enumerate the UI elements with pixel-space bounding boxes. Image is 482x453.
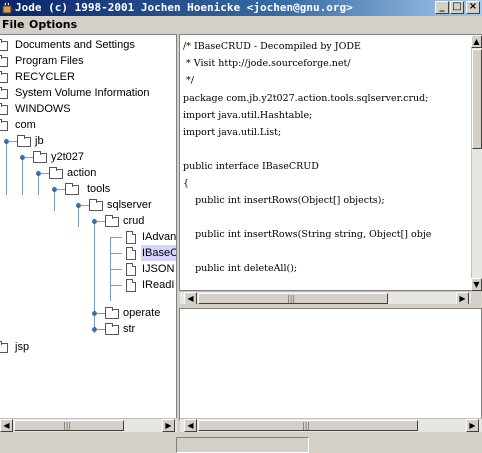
folder-icon xyxy=(49,167,63,179)
folder-icon xyxy=(89,199,103,211)
tree-item-program-files[interactable]: Program Files xyxy=(0,53,84,69)
grip-icon: ||| xyxy=(63,421,72,430)
tree-item-documents-and-settings[interactable]: Documents and Settings xyxy=(0,37,136,53)
folder-icon xyxy=(105,307,119,319)
menu-file[interactable]: File xyxy=(2,18,25,31)
menu-options[interactable]: Options xyxy=(29,18,77,31)
grip-icon: ||| xyxy=(302,421,311,430)
tree-item-iread[interactable]: IReadI xyxy=(0,277,176,293)
tree-horizontal-scrollbar[interactable]: ◀ ||| ▶ xyxy=(0,418,177,432)
tree-item-operate[interactable]: operate xyxy=(0,305,160,321)
tree-item-ibasecrud[interactable]: IBaseC xyxy=(0,245,176,261)
tree-item-action[interactable]: action xyxy=(0,165,110,181)
document-icon xyxy=(126,231,136,244)
folder-icon xyxy=(0,341,8,353)
tree-item-crud[interactable]: crud xyxy=(0,213,160,229)
tree-connector xyxy=(110,237,122,238)
folder-icon xyxy=(105,323,119,335)
grip-icon: ||| xyxy=(287,294,296,303)
folder-icon xyxy=(105,215,119,227)
tree-item-y2t027[interactable]: y2t027 xyxy=(0,149,100,165)
folder-icon xyxy=(0,119,8,131)
code-horizontal-scrollbar[interactable]: ◀ ||| ▶ xyxy=(180,291,471,305)
code-line: import java.util.List; xyxy=(183,127,282,138)
document-icon xyxy=(126,279,136,292)
tree-item-windows[interactable]: WINDOWS xyxy=(0,101,72,117)
title-bar[interactable]: Jode (c) 1998-2001 Jochen Hoenicke <joch… xyxy=(0,0,482,16)
folder-icon xyxy=(0,87,8,99)
output-horizontal-scrollbar[interactable]: ◀ ||| ▶ xyxy=(180,418,482,432)
scroll-right-icon[interactable]: ▶ xyxy=(466,419,479,432)
folder-icon xyxy=(17,135,31,147)
tree-item-system-volume-information[interactable]: System Volume Information xyxy=(0,85,151,101)
folder-icon xyxy=(0,103,8,115)
code-line: public interface IBaseCRUD xyxy=(183,161,319,172)
code-vertical-scrollbar[interactable]: ▲ ▼ xyxy=(471,35,482,291)
scroll-down-icon[interactable]: ▼ xyxy=(471,278,482,291)
document-icon xyxy=(126,247,136,260)
folder-icon xyxy=(0,71,8,83)
code-line: public int insertRows(String string, Obj… xyxy=(183,229,432,240)
folder-icon xyxy=(33,151,47,163)
tree-connector xyxy=(110,269,122,270)
folder-icon xyxy=(65,183,79,195)
tree-item-str[interactable]: str xyxy=(0,321,160,337)
minimize-button[interactable]: _ xyxy=(435,1,449,14)
code-line: import java.util.Hashtable; xyxy=(183,110,313,121)
tree-item-jsp[interactable]: jsp xyxy=(0,339,30,355)
tree-item-jb[interactable]: jb xyxy=(0,133,60,149)
code-line: { xyxy=(183,178,190,189)
scroll-up-icon[interactable]: ▲ xyxy=(471,35,482,48)
window-title: Jode (c) 1998-2001 Jochen Hoenicke <joch… xyxy=(15,1,353,14)
code-line: package com.jb.y2t027.action.tools.sqlse… xyxy=(183,93,429,104)
scroll-left-icon[interactable]: ◀ xyxy=(184,419,197,432)
folder-icon xyxy=(0,39,8,51)
scroll-left-icon[interactable]: ◀ xyxy=(0,419,13,432)
document-icon xyxy=(126,263,136,276)
code-line: */ xyxy=(183,75,194,86)
scroll-thumb[interactable]: ||| xyxy=(14,420,124,431)
tree-connector xyxy=(110,285,122,286)
source-code-pane[interactable]: /* IBaseCRUD - Decompiled by JODE * Visi… xyxy=(179,34,482,291)
code-line: public int insertRows(Object[] objects); xyxy=(183,195,385,206)
code-line: public int deleteAll(); xyxy=(183,263,298,274)
file-tree-pane[interactable]: Documents and Settings Program Files REC… xyxy=(0,34,177,418)
tree-connector xyxy=(110,253,122,254)
output-pane[interactable] xyxy=(179,308,482,420)
tree-item-sqlserver[interactable]: sqlserver xyxy=(0,197,160,213)
tree-item-ijson[interactable]: IJSON xyxy=(0,261,176,277)
scroll-thumb[interactable]: ||| xyxy=(198,293,388,304)
code-line: /* IBaseCRUD - Decompiled by JODE xyxy=(183,41,361,52)
tree-item-com[interactable]: com xyxy=(0,117,37,133)
tree-item-recycler[interactable]: RECYCLER xyxy=(0,69,76,85)
scroll-thumb[interactable] xyxy=(472,49,482,149)
code-line: * Visit http://jode.sourceforge.net/ xyxy=(183,58,351,69)
status-bar-field xyxy=(176,437,309,453)
app-icon xyxy=(2,2,13,14)
scroll-thumb[interactable]: ||| xyxy=(198,420,418,431)
menu-bar: File Options xyxy=(0,16,482,34)
maximize-button[interactable]: □ xyxy=(450,1,464,14)
folder-icon xyxy=(0,55,8,67)
tree-item-iadvan[interactable]: IAdvan xyxy=(0,229,176,245)
tree-item-tools[interactable]: tools xyxy=(0,181,120,197)
scroll-right-icon[interactable]: ▶ xyxy=(162,419,175,432)
close-button[interactable]: × xyxy=(466,1,480,14)
